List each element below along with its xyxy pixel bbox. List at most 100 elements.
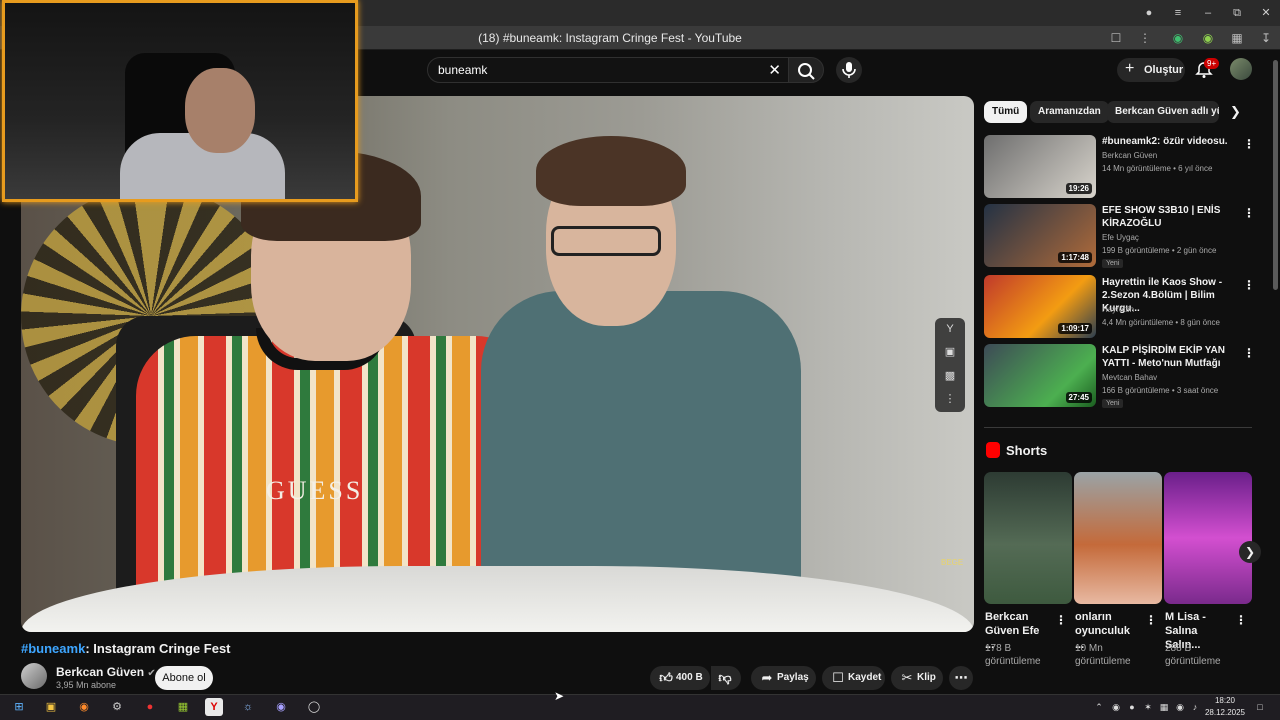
close-icon[interactable]: ✕ [1258,5,1274,21]
more-vertical-icon[interactable]: ⋮ [1145,613,1157,627]
share-button[interactable]: ➦ Paylaş [751,666,816,690]
clock-time[interactable]: 18:20 [1205,696,1245,705]
short-thumbnail[interactable] [1164,472,1252,604]
more-actions-button[interactable]: ⋯ [949,666,973,690]
clear-search-icon[interactable]: ✕ [768,61,781,79]
rec-channel[interactable]: Efe Uygaç [1102,233,1139,242]
clock-date[interactable]: 28.12.2025 [1200,708,1250,717]
subscriber-count: 3,95 Mn abone [56,680,117,690]
rec-duration: 27:45 [1065,392,1092,403]
video-title-hashtag[interactable]: #buneamk [21,641,85,656]
save-button[interactable]: ☐ Kaydet [822,666,885,690]
page-scrollbar[interactable] [1273,60,1278,290]
notification-center-icon[interactable]: □ [1254,701,1266,713]
chevron-right-icon[interactable]: ❯ [1230,104,1241,120]
subscribe-button[interactable]: Abone ol [155,666,213,690]
rec-meta: 166 B görüntüleme • 3 saat önce [1102,386,1219,395]
more-vertical-icon[interactable]: ⋮ [1235,613,1247,627]
microphone-icon[interactable]: ◉ [1174,701,1186,713]
extension-shield-icon[interactable]: ◉ [1170,30,1186,46]
opera-icon[interactable]: ● [141,698,159,716]
picture-in-picture-icon[interactable]: ▩ [943,369,957,383]
windows-start-icon[interactable]: ⊞ [10,698,28,716]
voice-search-button[interactable] [836,57,862,83]
restore-icon[interactable]: ⧉ [1229,5,1245,21]
chevron-up-icon[interactable]: ⌃ [1093,701,1105,713]
yandex-browser-icon[interactable]: Y [205,698,223,716]
webcam-overlay [2,0,358,202]
app-icon[interactable]: ⚙ [108,698,126,716]
rec-channel[interactable]: Mevtcan Bahav [1102,373,1157,382]
rec-thumbnail[interactable]: 27:45 [984,344,1096,407]
video-title: #buneamk: Instagram Cringe Fest [21,641,231,656]
search-box[interactable]: buneamk ✕ [427,57,792,83]
short-thumbnail[interactable] [1074,472,1162,604]
like-count: 400 B [676,672,703,683]
account-icon[interactable]: ● [1141,5,1157,21]
search-icon [798,63,815,80]
app-icon[interactable]: ◉ [75,698,93,716]
shorts-icon [986,442,1000,458]
share-icon: ➦ [761,670,773,685]
more-vertical-icon[interactable]: ⋮ [1137,30,1153,46]
network-icon[interactable]: ▦ [1158,701,1170,713]
rec-title[interactable]: #buneamk2: özür videosu. [1102,135,1240,148]
channel-avatar[interactable] [21,663,47,689]
extensions-icon[interactable]: ▦ [1229,30,1245,46]
more-vertical-icon[interactable]: ⋮ [1243,137,1255,151]
minimize-icon[interactable]: – [1200,5,1216,21]
rec-thumbnail[interactable]: 19:26 [984,135,1096,198]
file-explorer-icon[interactable]: ▣ [42,698,60,716]
short-thumbnail[interactable] [984,472,1072,604]
store-icon[interactable]: ▦ [174,698,192,716]
download-icon[interactable]: ↧ [1258,30,1274,46]
more-vertical-icon[interactable]: ⋮ [1243,346,1255,360]
tray-app-icon[interactable]: ● [1126,701,1138,713]
create-label: Oluştur [1144,64,1184,76]
steam-icon[interactable]: ☼ [239,698,257,716]
channel-name-text[interactable]: Berkcan Güven [56,665,144,679]
rec-meta: 4,4 Mn görüntüleme • 8 gün önce [1102,318,1220,327]
chip-all[interactable]: Tümü [984,101,1028,123]
obs-icon[interactable]: ◯ [305,698,323,716]
new-badge: Yeni [1102,259,1124,268]
bluetooth-icon[interactable]: ✶ [1142,701,1154,713]
thumbs-up-icon: 👍︎ [659,670,673,685]
account-avatar[interactable] [1230,58,1252,80]
rec-thumbnail[interactable]: 1:17:48 [984,204,1096,267]
rec-title[interactable]: EFE SHOW S3B10 | ENİS KİRAZOĞLU [1102,204,1240,230]
discord-icon[interactable]: ◉ [272,698,290,716]
tray-app-icon[interactable]: ◉ [1110,701,1122,713]
more-vertical-icon[interactable]: ⋮ [943,392,957,406]
rec-title[interactable]: KALP PİŞİRDİM EKİP YAN YATTI - Meto'nun … [1102,344,1240,370]
rec-channel[interactable]: Berkcan Güven [1102,151,1157,160]
extension-globe-icon[interactable]: ◉ [1200,30,1216,46]
section-divider [984,427,1252,428]
more-vertical-icon[interactable]: ⋮ [1243,206,1255,220]
clip-button[interactable]: ✂ Klip [891,666,943,690]
menu-icon[interactable]: ≡ [1170,5,1186,21]
mouse-cursor-icon: ➤ [554,689,565,703]
more-vertical-icon[interactable]: ⋮ [1243,278,1255,292]
chip-from-search[interactable]: Aramanızdan [1030,101,1109,123]
search-button[interactable] [788,57,824,83]
shorts-next-button[interactable]: ❯ [1239,541,1261,563]
create-button[interactable]: + Oluştur [1117,58,1185,82]
subtitles-icon[interactable]: ▣ [943,345,957,359]
like-button[interactable]: 👍︎ 400 B [650,666,710,690]
rec-channel[interactable]: Hayrettin [1102,305,1134,314]
more-vertical-icon[interactable]: ⋮ [1055,613,1067,627]
chevron-right-icon: ❯ [1244,545,1256,559]
rec-thumbnail[interactable]: 1:09:17 [984,275,1096,338]
chip-channel-uploads[interactable]: Berkcan Güven adlı yüklei [1107,101,1219,123]
bookmark-icon[interactable]: ☐ [1108,30,1124,46]
more-horizontal-icon: ⋯ [954,670,968,685]
yandex-translate-icon[interactable]: Y [943,322,957,336]
dislike-button[interactable]: 👎︎ [711,666,741,690]
search-input[interactable]: buneamk [438,63,487,77]
rec-duration: 1:17:48 [1058,252,1092,263]
notification-count-badge: 9+ [1204,58,1220,69]
video-side-tools: Y ▣ ▩ ⋮ [935,318,965,412]
thumbs-down-icon: 👎︎ [718,670,732,685]
channel-name[interactable]: Berkcan Güven ✔ [56,665,156,679]
